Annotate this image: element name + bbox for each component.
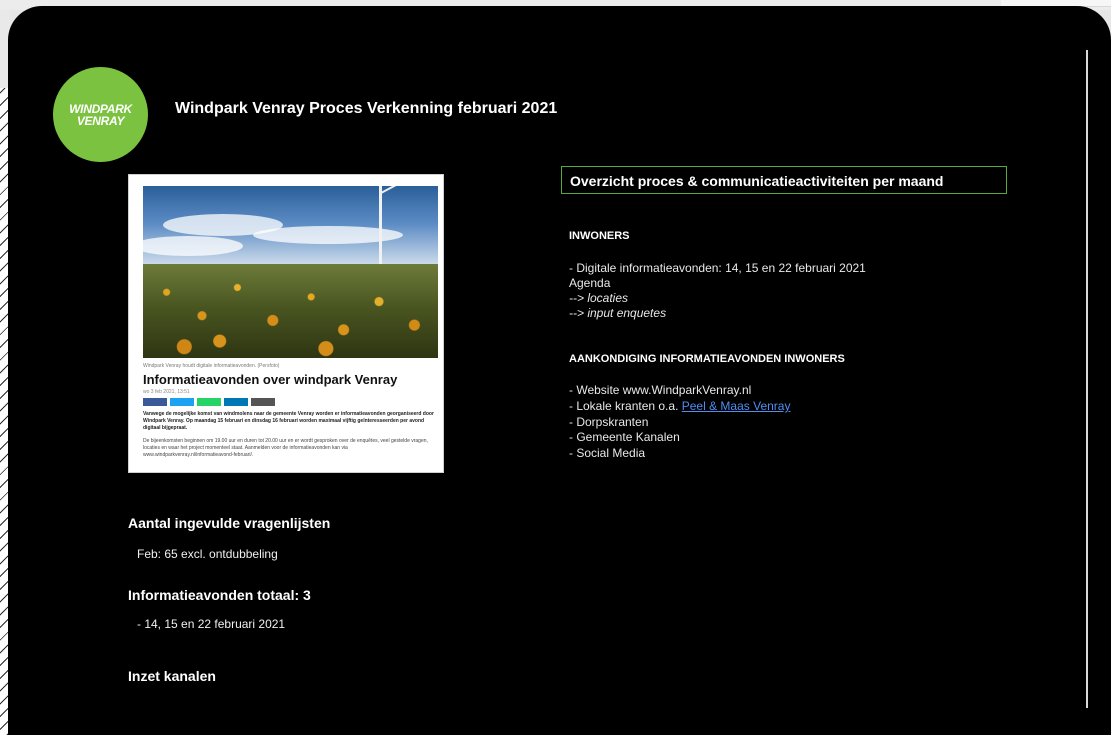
- aankondiging-heading: AANKONDIGING INFORMATIEAVONDEN INWONERS: [569, 353, 845, 365]
- vragenlijsten-heading: Aantal ingevulde vragenlijsten: [128, 515, 331, 531]
- inwoners-line-3: --> locaties: [569, 291, 629, 305]
- aankondiging-line-2-prefix: - Lokale kranten o.a.: [569, 399, 682, 413]
- slide-right-divider: [1086, 50, 1088, 708]
- logo-line-2: VENRAY: [76, 113, 125, 128]
- news-article-screenshot: Windpark Venray houdt digitale informati…: [128, 174, 444, 473]
- inwoners-line-4: --> input enquetes: [569, 306, 667, 320]
- article-lead: Vanwege de mogelijke komst van windmolen…: [143, 411, 434, 431]
- avonden-heading: Informatieavonden totaal: 3: [128, 587, 311, 603]
- article-date: wo 3 feb 2021, 13:51: [143, 389, 190, 395]
- inwoners-heading: INWONERS: [569, 230, 630, 242]
- turbine-blade: [380, 186, 417, 194]
- aankondiging-line-4: - Gemeente Kanalen: [569, 430, 680, 444]
- sunflower-field: [143, 264, 438, 358]
- avonden-value: - 14, 15 en 22 februari 2021: [137, 617, 286, 631]
- page-title: Windpark Venray Proces Verkenning februa…: [175, 100, 558, 117]
- whatsapp-share-icon[interactable]: [197, 398, 221, 406]
- facebook-share-icon[interactable]: [143, 398, 167, 406]
- article-body: De bijeenkomsten beginnen om 19.00 uur e…: [143, 438, 428, 458]
- inwoners-line-2: Agenda: [569, 276, 611, 290]
- kanalen-heading: Inzet kanalen: [128, 668, 216, 684]
- linkedin-share-icon[interactable]: [224, 398, 248, 406]
- article-heading: Informatieavonden over windpark Venray: [143, 372, 398, 387]
- peel-maas-venray-link[interactable]: Peel & Maas Venray: [682, 399, 791, 413]
- slide-canvas: WINDPARK VENRAY Windpark Venray Proces V…: [8, 6, 1111, 735]
- vragenlijsten-value: Feb: 65 excl. ontdubbeling: [137, 547, 278, 561]
- overview-title: Overzicht proces & communicatieactivitei…: [570, 173, 944, 189]
- article-caption: Windpark Venray houdt digitale informati…: [143, 363, 280, 369]
- overview-title-box: Overzicht proces & communicatieactivitei…: [561, 166, 1007, 194]
- aankondiging-line-3: - Dorpskranten: [569, 415, 649, 429]
- email-share-icon[interactable]: [251, 398, 275, 406]
- inwoners-line-1: - Digitale informatieavonden: 14, 15 en …: [569, 261, 866, 275]
- share-buttons: [143, 398, 275, 406]
- logo-line-1: WINDPARK: [69, 101, 132, 116]
- windpark-logo: WINDPARK VENRAY: [53, 67, 148, 162]
- turbine-mast: [379, 186, 382, 264]
- aankondiging-line-2: - Lokale kranten o.a. Peel & Maas Venray: [569, 399, 790, 414]
- aankondiging-line-5: - Social Media: [569, 446, 646, 460]
- sunflower-wind-turbine-photo: [143, 186, 438, 358]
- twitter-share-icon[interactable]: [170, 398, 194, 406]
- aankondiging-line-1: - Website www.WindparkVenray.nl: [569, 383, 752, 397]
